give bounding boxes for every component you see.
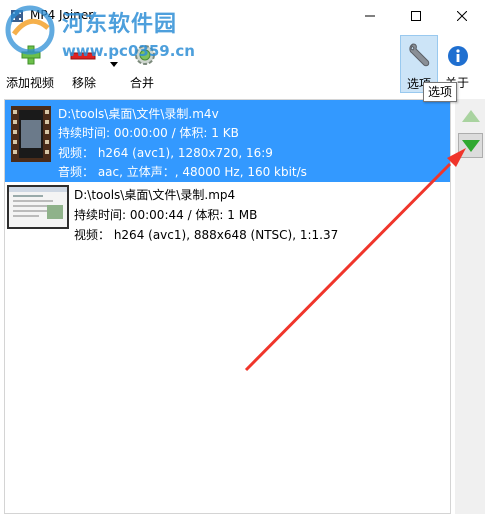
file-duration: 持续时间: 00:00:44 / 体积: 1 MB	[74, 208, 258, 222]
merge-gear-icon	[135, 45, 155, 65]
file-path: D:\tools\桌面\文件\录制.mp4	[74, 188, 236, 202]
file-duration: 持续时间: 00:00:00 / 体积: 1 KB	[58, 126, 239, 140]
arrow-up-icon	[461, 109, 480, 122]
close-button[interactable]	[439, 0, 485, 32]
chevron-down-icon[interactable]	[110, 62, 118, 67]
close-icon	[457, 11, 467, 21]
file-path: D:\tools\桌面\文件\录制.m4v	[58, 107, 219, 121]
list-item[interactable]: D:\tools\桌面\文件\录制.m4v 持续时间: 00:00:00 / 体…	[5, 100, 450, 182]
app-icon	[11, 10, 23, 22]
maximize-button[interactable]	[393, 0, 439, 32]
maximize-icon	[411, 11, 421, 21]
film-strip-icon	[11, 106, 51, 162]
info-icon	[448, 46, 468, 66]
arrow-down-icon	[461, 139, 480, 152]
toolbar: 添加视频 移除 合并 选项 关于	[0, 32, 485, 96]
list-item[interactable]: D:\tools\桌面\文件\录制.mp4 持续时间: 00:00:44 / 体…	[5, 182, 450, 248]
reorder-panel	[455, 99, 485, 514]
tooltip: 选项	[423, 82, 458, 102]
video-thumbnail	[7, 185, 69, 229]
minimize-icon	[365, 15, 375, 17]
minimize-button[interactable]	[347, 0, 393, 32]
window-title: MP4 Joiner	[30, 8, 94, 22]
add-plus-icon	[21, 45, 41, 65]
file-list[interactable]: D:\tools\桌面\文件\录制.m4v 持续时间: 00:00:00 / 体…	[4, 99, 451, 514]
add-video-button[interactable]: 添加视频	[4, 32, 60, 96]
merge-button[interactable]: 合并	[124, 32, 164, 96]
file-video-info: 视频： h264 (avc1), 888x648 (NTSC), 1:1.37	[74, 228, 339, 242]
title-bar: MP4 Joiner	[0, 0, 485, 32]
move-down-button[interactable]	[458, 133, 483, 158]
remove-minus-icon	[70, 52, 96, 60]
file-video-info: 视频： h264 (avc1), 1280x720, 16:9	[58, 146, 273, 160]
wrench-icon	[409, 43, 430, 67]
file-audio-info: 音频： aac, 立体声：, 48000 Hz, 160 kbit/s	[58, 165, 307, 179]
add-video-label: 添加视频	[6, 76, 55, 90]
move-up-button[interactable]	[458, 103, 483, 128]
remove-button[interactable]: 移除	[66, 32, 122, 96]
merge-label: 合并	[130, 76, 155, 90]
remove-label: 移除	[72, 76, 97, 90]
